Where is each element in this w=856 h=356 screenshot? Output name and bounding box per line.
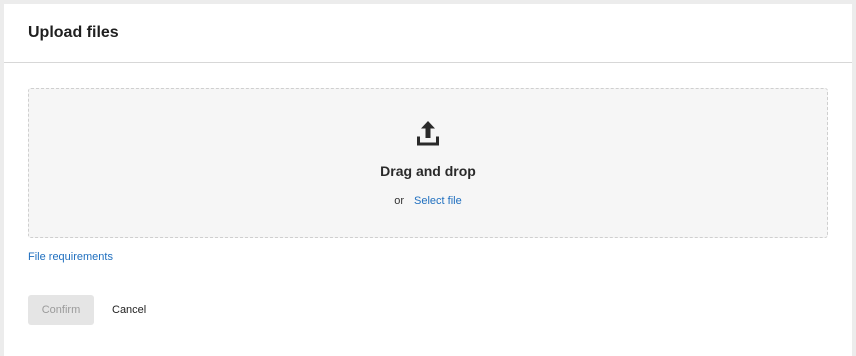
or-label: or [394,195,405,207]
dialog-title: Upload files [28,24,119,41]
upload-files-dialog: Upload files Drag and drop or Select fil… [4,4,852,356]
cancel-button[interactable]: Cancel [104,295,154,325]
upload-icon [417,121,439,146]
select-file-link[interactable]: Select file [414,195,462,207]
dialog-actions: Confirm Cancel [28,295,154,325]
confirm-button[interactable]: Confirm [28,295,94,325]
drag-and-drop-label: Drag and drop [380,163,476,179]
select-file-row: or Select file [394,195,461,207]
file-requirements-link[interactable]: File requirements [28,251,113,263]
dialog-header: Upload files [4,4,852,63]
file-dropzone[interactable]: Drag and drop or Select file [28,88,828,238]
